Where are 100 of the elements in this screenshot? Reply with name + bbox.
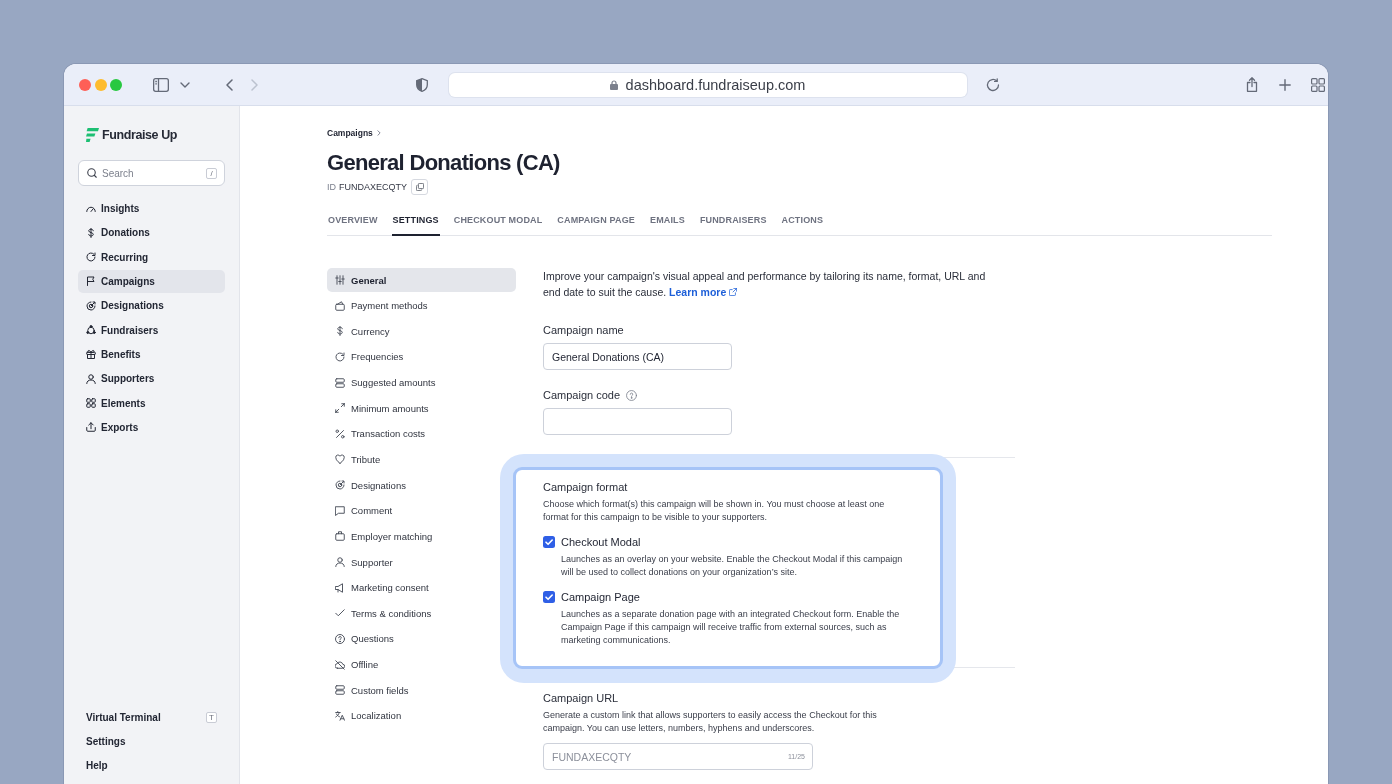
upload-icon [86, 422, 96, 433]
nav-item[interactable]: Campaigns [78, 270, 225, 293]
nav-item[interactable]: Exports [78, 415, 225, 439]
chevron-down-icon[interactable] [179, 81, 190, 88]
settings-nav-item[interactable]: Minimum amounts [327, 396, 437, 421]
megaphone-icon [335, 582, 345, 593]
input-field[interactable] [543, 408, 732, 435]
circle-nodes-icon [86, 325, 96, 336]
checkbox[interactable] [543, 591, 555, 603]
refresh-icon [86, 252, 96, 263]
input-field[interactable]: General Donations (CA) [543, 343, 732, 370]
tab[interactable]: CHECKOUT MODAL [452, 214, 544, 236]
settings-nav-item[interactable]: Payment methods [327, 293, 436, 318]
nav-link[interactable]: Virtual Terminal [86, 711, 161, 723]
nav-item[interactable]: Designations [78, 294, 225, 318]
address-bar[interactable]: dashboard.fundraiseup.com [448, 72, 967, 97]
nav-item[interactable]: Recurring [78, 245, 225, 269]
dollar-icon [86, 227, 96, 238]
shortcut-key: T [206, 711, 217, 723]
checkbox-label[interactable]: Checkout Modal [561, 536, 641, 548]
settings-nav-item[interactable]: General [327, 268, 516, 292]
grid-icon[interactable] [1310, 77, 1325, 92]
close-window-icon[interactable] [79, 78, 91, 91]
field-label: Campaign URL [543, 691, 620, 705]
percent-icon [335, 428, 345, 439]
nav-item[interactable]: Fundraisers [78, 318, 225, 342]
refresh-icon [335, 351, 345, 362]
chevron-right-icon [376, 129, 381, 136]
shield-icon[interactable] [415, 77, 428, 92]
settings-nav-item[interactable]: Employer matching [327, 524, 441, 549]
wallet-icon [335, 300, 345, 311]
settings-nav-item[interactable]: Comment [327, 498, 401, 523]
nav-item[interactable]: Elements [78, 391, 225, 415]
id-label: ID [327, 182, 336, 192]
reload-icon[interactable] [985, 77, 1000, 92]
settings-nav-item[interactable]: Terms & conditions [327, 601, 440, 626]
copy-icon [415, 183, 424, 191]
tab[interactable]: ACTIONS [780, 214, 825, 236]
nav-item[interactable]: Benefits [78, 342, 225, 366]
settings-nav-item[interactable]: Currency [327, 319, 398, 344]
settings-nav-item[interactable]: Custom fields [327, 678, 417, 703]
learn-more-link[interactable]: Learn more [669, 286, 738, 298]
field-label: Campaign code [543, 388, 621, 402]
expand-arrows-icon [335, 403, 345, 414]
shortcut-key: / [206, 167, 217, 179]
field-label: Campaign name [543, 323, 625, 337]
back-icon[interactable] [225, 78, 233, 91]
person-icon [335, 557, 345, 568]
checkbox[interactable] [543, 536, 555, 548]
brand-name: Fundraise Up [102, 128, 178, 142]
settings-nav-item[interactable]: Tribute [327, 447, 389, 472]
section-title: Campaign format [543, 480, 629, 494]
settings-nav-item[interactable]: Frequencies [327, 344, 412, 369]
field-description: Generate a custom link that allows supporters to easily access the Checkout for this campaign. You can use letters, numbers, hyphens and underscores. [543, 709, 878, 735]
checkbox-label[interactable]: Campaign Page [561, 591, 640, 603]
sidebar-toggle-icon[interactable] [152, 77, 169, 92]
stacked-rows-icon [335, 377, 345, 388]
plus-icon[interactable] [1278, 78, 1291, 91]
nav-item[interactable]: Supporters [78, 367, 225, 391]
target-icon [86, 300, 96, 311]
nav-item[interactable]: Insights [78, 197, 225, 220]
dollar-icon [335, 326, 345, 337]
cloud-off-icon [335, 659, 345, 670]
intro-text: Improve your campaign's visual appeal and performance by tailoring its name, format, URL and end date to suit the cause. Learn more [543, 269, 987, 300]
section-description: Choose which format(s) this campaign will be shown in. You must choose at least one format for this campaign to be visible to your supporters. [543, 498, 886, 524]
settings-nav-item[interactable]: Marketing consent [327, 575, 437, 600]
settings-nav-item[interactable]: Designations [327, 473, 414, 498]
check-icon [335, 608, 345, 619]
help-icon[interactable] [626, 389, 638, 401]
settings-nav-item[interactable]: Transaction costs [327, 421, 434, 446]
settings-nav-item[interactable]: Suggested amounts [327, 370, 444, 395]
tab[interactable]: OVERVIEW [327, 214, 379, 236]
settings-nav-item[interactable]: Supporter [327, 550, 401, 575]
page-title: General Donations (CA) [327, 150, 560, 176]
logo-icon [86, 128, 99, 142]
share-icon[interactable] [1245, 77, 1258, 92]
nav-item[interactable]: Donations [78, 221, 225, 245]
nav-link[interactable]: Settings [86, 735, 126, 747]
gift-icon [86, 349, 96, 360]
settings-nav-item[interactable]: Questions [327, 626, 402, 651]
settings-nav-item[interactable]: Localization [327, 703, 410, 728]
translate-icon [335, 710, 345, 721]
breadcrumb-link[interactable]: Campaigns [327, 127, 373, 138]
help-icon [335, 633, 345, 644]
tab[interactable]: SETTINGS [391, 214, 440, 236]
settings-nav-item[interactable]: Offline [327, 652, 387, 677]
tab[interactable]: EMAILS [649, 214, 686, 236]
chat-bubble-icon [335, 505, 345, 516]
option-description: Launches as an overlay on your website. Enable the Checkout Modal if this campaign will be used to collect donations on your organization’s site. [561, 553, 904, 579]
nav-link[interactable]: Help [86, 759, 108, 771]
tab[interactable]: FUNDRAISERS [698, 214, 768, 236]
search-icon [87, 168, 97, 178]
copy-button[interactable] [411, 179, 428, 195]
target-icon [335, 480, 345, 491]
external-link-icon [729, 288, 738, 296]
briefcase-icon [335, 531, 345, 542]
tab[interactable]: CAMPAIGN PAGE [556, 214, 636, 236]
id-value: FUNDAXECQTY [339, 182, 407, 192]
flag-icon [86, 276, 96, 287]
stacked-rows-icon [335, 685, 345, 696]
